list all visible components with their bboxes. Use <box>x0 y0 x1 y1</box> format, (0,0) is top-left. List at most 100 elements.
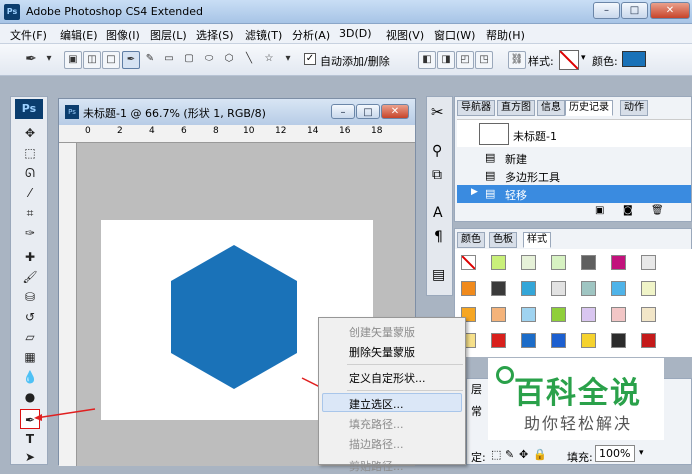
style-swatch[interactable] <box>611 255 626 270</box>
gradient-tool-icon[interactable]: ▦ <box>20 347 40 367</box>
history-snapshot-icon[interactable]: ◙ <box>623 205 633 216</box>
layers-tab[interactable]: 层 <box>471 381 482 397</box>
paragraph-icon[interactable]: ¶ <box>434 229 443 245</box>
style-swatch[interactable] <box>521 307 536 322</box>
tab-color[interactable]: 颜色 <box>457 232 485 248</box>
eraser-tool-icon[interactable]: ▱ <box>20 327 40 347</box>
style-swatch[interactable] <box>551 255 566 270</box>
style-swatch[interactable] <box>551 333 566 348</box>
freeform-pen-icon[interactable]: ✎ <box>141 51 159 69</box>
rounded-rect-shape-icon[interactable]: ▢ <box>180 51 198 69</box>
menu-item-clipping-path[interactable]: 剪贴路径... <box>349 458 404 474</box>
history-item-selected[interactable]: ▶ ▤ 轻移 <box>457 185 691 203</box>
style-swatch[interactable] <box>641 281 656 296</box>
tab-navigator[interactable]: 导航器 <box>457 100 495 116</box>
menu-item-delete-vector-mask[interactable]: 删除矢量蒙版 <box>349 344 415 360</box>
style-swatch[interactable] <box>611 307 626 322</box>
style-swatch[interactable] <box>521 281 536 296</box>
style-swatch[interactable] <box>491 333 506 348</box>
menu-item-define-custom-shape[interactable]: 定义自定形状... <box>349 370 426 386</box>
style-swatch[interactable] <box>521 333 536 348</box>
type-tool-icon[interactable]: T <box>20 429 40 449</box>
style-dropdown-icon[interactable]: ▾ <box>581 53 586 63</box>
line-shape-icon[interactable]: ╲ <box>240 51 258 69</box>
tab-styles[interactable]: 样式 <box>523 232 551 248</box>
menu-window[interactable]: 窗口(W) <box>434 27 475 43</box>
quick-select-tool-icon[interactable]: ⁄ <box>20 183 40 203</box>
style-swatch[interactable] <box>641 255 656 270</box>
history-item[interactable]: ▤ 新建 <box>457 149 691 167</box>
style-swatch[interactable] <box>581 255 596 270</box>
style-swatch[interactable] <box>491 307 506 322</box>
style-swatch[interactable] <box>491 281 506 296</box>
no-style-swatch[interactable] <box>461 255 476 270</box>
tab-swatches[interactable]: 色板 <box>489 232 517 248</box>
menu-layer[interactable]: 图层(L) <box>150 27 187 43</box>
history-brush-icon[interactable]: ↺ <box>20 307 40 327</box>
doc-minimize-button[interactable]: – <box>331 104 355 119</box>
link-style-icon[interactable]: ⛓ <box>508 51 526 69</box>
move-tool-icon[interactable]: ✥ <box>20 123 40 143</box>
crop-tool-icon[interactable]: ⌗ <box>20 203 40 223</box>
menu-view[interactable]: 视图(V) <box>386 27 424 43</box>
custom-shape-dropdown-icon[interactable]: ▾ <box>279 51 297 69</box>
style-swatch[interactable] <box>551 307 566 322</box>
history-item[interactable]: ▤ 多边形工具 <box>457 167 691 185</box>
style-swatch[interactable] <box>641 333 656 348</box>
healing-brush-icon[interactable]: ✚ <box>20 247 40 267</box>
shape-layers-icon[interactable]: ▣ <box>64 51 82 69</box>
history-delete-icon[interactable]: 🗑 <box>651 205 664 216</box>
blend-mode-select[interactable]: 常 <box>471 403 482 419</box>
pen-tool-option-icon[interactable]: ✒ <box>122 51 140 69</box>
clone-stamp-icon[interactable]: ⛁ <box>20 287 40 307</box>
dodge-tool-icon[interactable]: ● <box>20 387 40 407</box>
menu-filter[interactable]: 滤镜(T) <box>245 27 282 43</box>
pen-tool-icon[interactable]: ✒ <box>20 409 40 429</box>
menu-select[interactable]: 选择(S) <box>196 27 234 43</box>
menu-item-stroke-path[interactable]: 描边路径... <box>349 436 404 452</box>
combine-subtract-icon[interactable]: ◨ <box>437 51 455 69</box>
eyedropper-tool-icon[interactable]: ✑ <box>20 223 40 243</box>
blur-tool-icon[interactable]: 💧 <box>20 367 40 387</box>
fill-input[interactable]: 100% <box>595 445 635 462</box>
lock-position-icon[interactable]: ✥ <box>519 448 528 461</box>
style-picker[interactable] <box>559 50 579 70</box>
tool-presets-icon[interactable]: ✂ <box>431 103 444 121</box>
custom-shape-icon[interactable]: ☆ <box>260 51 278 69</box>
style-swatch[interactable] <box>581 307 596 322</box>
menu-item-make-selection[interactable]: 建立选区... <box>349 396 404 412</box>
marquee-tool-icon[interactable]: ⬚ <box>20 143 40 163</box>
preset-dropdown-icon[interactable]: ▾ <box>40 51 58 69</box>
menu-image[interactable]: 图像(I) <box>106 27 140 43</box>
clone-source-icon[interactable]: ⧉ <box>432 167 442 183</box>
lasso-tool-icon[interactable]: ᘏ <box>20 163 40 183</box>
combine-intersect-icon[interactable]: ◰ <box>456 51 474 69</box>
tab-info[interactable]: 信息 <box>537 100 565 116</box>
history-snapshot[interactable]: 未标题-1 <box>457 119 691 147</box>
brush-tool-icon[interactable]: 🖌 <box>20 267 40 287</box>
menu-help[interactable]: 帮助(H) <box>486 27 525 43</box>
lock-all-icon[interactable]: 🔒 <box>533 448 547 461</box>
lock-image-icon[interactable]: ✎ <box>505 448 514 461</box>
document-title-bar[interactable]: Ps 未标题-1 @ 66.7% (形状 1, RGB/8) – □ ✕ <box>59 99 415 125</box>
style-swatch[interactable] <box>611 333 626 348</box>
combine-add-icon[interactable]: ◧ <box>418 51 436 69</box>
brushes-icon[interactable]: ⚲ <box>432 143 442 159</box>
menu-item-create-vector-mask[interactable]: 创建矢量蒙版 <box>349 324 415 340</box>
style-swatch[interactable] <box>491 255 506 270</box>
path-select-tool-icon[interactable]: ➤ <box>20 447 40 467</box>
notes-icon[interactable]: ▤ <box>432 267 445 283</box>
history-new-document-icon[interactable]: ▣ <box>595 205 604 216</box>
tab-histogram[interactable]: 直方图 <box>497 100 535 116</box>
menu-file[interactable]: 文件(F) <box>10 27 47 43</box>
menu-edit[interactable]: 编辑(E) <box>60 27 98 43</box>
style-swatch[interactable] <box>461 281 476 296</box>
rectangle-shape-icon[interactable]: ▭ <box>160 51 178 69</box>
pen-preset-icon[interactable]: ✒ <box>22 51 40 69</box>
auto-add-delete-checkbox[interactable]: ✓ <box>304 53 316 65</box>
style-swatch[interactable] <box>521 255 536 270</box>
menu-analysis[interactable]: 分析(A) <box>292 27 330 43</box>
character-icon[interactable]: A <box>433 205 443 221</box>
doc-maximize-button[interactable]: □ <box>356 104 380 119</box>
menu-item-fill-path[interactable]: 填充路径... <box>349 416 404 432</box>
